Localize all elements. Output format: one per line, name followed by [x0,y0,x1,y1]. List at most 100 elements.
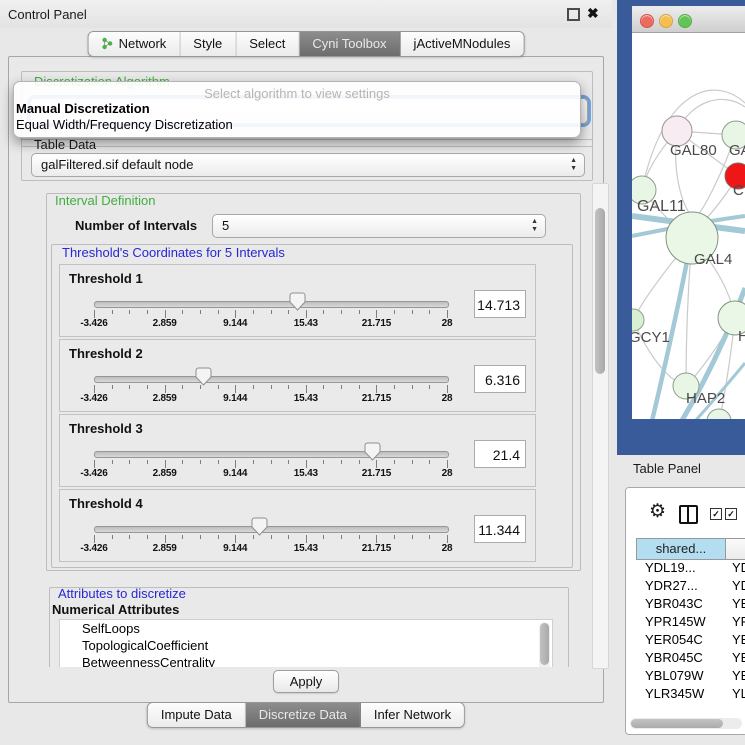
algorithm-dropdown-popup: Select algorithm to view settings Manual… [13,81,581,138]
table-column-header[interactable]: shared... [636,538,726,560]
table-data-selected-value: galFiltered.sif default node [41,157,193,172]
threshold-value-field[interactable]: 6.316 [474,365,526,393]
tab-network[interactable]: Network [89,32,181,56]
split-columns-icon[interactable] [679,505,698,524]
slider-tick-label: 2.859 [153,318,177,329]
slider-track[interactable] [94,451,449,458]
network-node-label: H [738,328,745,345]
slider-tick [147,535,148,539]
tab-discretize-data[interactable]: Discretize Data [246,703,361,727]
attribute-list-item[interactable]: SelfLoops [60,620,552,637]
slider-tick [253,310,254,314]
algorithm-option[interactable]: Equal Width/Frequency Discretization [14,117,580,133]
slider-tick [129,460,130,464]
table-horizontal-scrollbar[interactable] [630,718,742,729]
threshold-row: Threshold 3-3.4262.8599.14415.4321.71528… [59,414,536,487]
slider-tick [323,535,324,539]
slider-track[interactable] [94,526,449,533]
slider-thumb[interactable] [289,292,306,311]
attributes-list-scrollbar[interactable] [539,622,550,667]
table-row[interactable]: YER054CYER0 [636,632,745,650]
attribute-list-item[interactable]: BetweennessCentrality [60,654,552,667]
slider-tick [429,460,430,464]
threshold-value-field[interactable]: 11.344 [474,515,526,543]
numerical-attributes-list[interactable]: SelfLoopsTopologicalCoefficientBetweenne… [59,619,553,667]
table-row[interactable]: YPR145WYPR1 [636,614,745,632]
attributes-group: Attributes to discretize Numerical Attri… [49,587,569,667]
slider-track[interactable] [94,301,449,308]
table-row[interactable]: YBR045CYBR0 [636,650,745,668]
slider-tick-label: 21.715 [362,318,391,329]
network-icon [102,37,114,50]
thresholds-group: Threshold's Coordinates for 5 Intervals … [51,244,573,568]
slider-thumb[interactable] [364,442,381,461]
table-row[interactable]: YDR27...YDR2 [636,578,745,596]
algorithm-option[interactable]: Manual Discretization [14,101,580,117]
slider-tick-label: 9.144 [223,393,247,404]
table-row[interactable]: YLR345WYLR3 [636,686,745,703]
slider-thumb[interactable] [251,517,268,536]
table-row[interactable]: YBR043CYBR0 [636,596,745,614]
minimize-window-button[interactable] [659,14,673,28]
settings-vertical-scrollbar[interactable] [592,183,609,669]
network-node-label: C [733,182,744,199]
table-row[interactable]: YDL19...YDL1 [636,560,745,578]
slider-tick [412,535,413,539]
number-of-intervals-combobox[interactable]: 5 ▲▼ [212,214,546,238]
attribute-list-item[interactable]: TopologicalCoefficient [60,637,552,654]
checkbox-checked-icon[interactable]: ✓ [725,508,737,520]
algorithm-popup-prompt: Select algorithm to view settings [14,86,580,101]
tab-label: Select [249,36,285,51]
slider-tick-label: 15.43 [294,468,318,479]
tab-impute-data[interactable]: Impute Data [148,703,246,727]
float-panel-icon[interactable] [567,8,580,21]
network-node-label: HAP2 [686,390,725,407]
network-canvas[interactable]: GAL80GACGAL11GAL4GCY1HHAP2 [632,33,745,419]
zoom-window-button[interactable] [678,14,692,28]
slider-tick [94,535,95,543]
threshold-value-field[interactable]: 21.4 [474,440,526,468]
threshold-value-field[interactable]: 14.713 [474,290,526,318]
threshold-label: Threshold 4 [69,496,143,511]
table-row[interactable]: YBL079WYBL0 [636,668,745,686]
table-rows: YDL19...YDL1YDR27...YDR2YBR043CYBR0YPR14… [636,560,745,703]
slider-tick [218,310,219,314]
checkbox-checked-icon[interactable]: ✓ [710,508,722,520]
algorithm-popup-items: Manual DiscretizationEqual Width/Frequen… [14,101,580,133]
slider-tick-label: 2.859 [153,543,177,554]
network-node-label: GAL11 [637,198,686,215]
slider-track[interactable] [94,376,449,383]
network-node[interactable] [632,309,644,331]
tab-select[interactable]: Select [236,32,299,56]
close-panel-icon[interactable]: ✖ [587,5,599,22]
apply-button[interactable]: Apply [273,670,339,693]
tab-cyni-toolbox[interactable]: Cyni Toolbox [299,32,400,56]
slider-tick-label: 28 [442,318,453,329]
table-column-header[interactable]: n [726,538,745,560]
tab-infer-network[interactable]: Infer Network [361,703,464,727]
settings-gear-icon[interactable]: ⚙ [649,502,666,521]
slider-tick [253,385,254,389]
network-node-label: GAL4 [694,251,732,268]
slider-tick [271,385,272,389]
slider-tick [165,460,166,468]
slider-tick [359,535,360,539]
table-cell: YDL1 [726,560,745,578]
slider-tick [112,460,113,464]
control-panel-titlebar: Control Panel ✖ [0,0,612,28]
tab-jactivemnodules[interactable]: jActiveMNodules [401,32,524,56]
network-node[interactable] [707,409,731,419]
threshold-row: Threshold 4-3.4262.8599.14415.4321.71528… [59,489,536,562]
close-window-button[interactable] [640,14,654,28]
table-cell: YER054C [636,632,726,650]
control-panel-tabs: NetworkStyle Select Cyni ToolboxjActiveMNo… [88,31,525,57]
threshold-row: Threshold 2-3.4262.8599.14415.4321.71528… [59,339,536,412]
network-view-window: GAL80GACGAL11GAL4GCY1HHAP2 [617,0,745,455]
slider-tick [271,535,272,539]
slider-thumb[interactable] [195,367,212,386]
slider-tick [306,535,307,543]
tab-style[interactable]: Style [180,32,236,56]
slider-tick [429,385,430,389]
slider-tick-label: -3.426 [80,393,107,404]
table-data-combobox[interactable]: galFiltered.sif default node ▲▼ [31,153,585,177]
